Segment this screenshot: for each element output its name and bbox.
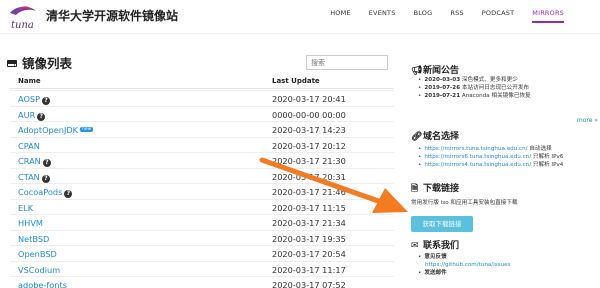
mirror-link[interactable]: VSCodium	[18, 265, 60, 275]
last-update: 2020-03-17 20:54	[272, 249, 346, 259]
last-update: 2020-03-17 11:15	[272, 202, 346, 213]
table-row: CTAN? 2020-03-17 20:31	[10, 167, 394, 184]
news-list: 2020-03-03 深色模式、更多和更少 2019-07-26 本站访问日志现…	[418, 77, 531, 101]
last-update: 2020-03-17 21:34	[272, 218, 346, 228]
last-update: 2020-03-17 20:41	[272, 94, 346, 104]
domain-link[interactable]: https://mirrors6.tuna.tsinghua.edu.cn/	[424, 154, 531, 160]
mirror-link[interactable]: OpenBSD	[18, 249, 57, 259]
domain-list: https://mirrors.tuna.tsinghua.edu.cn/ 自动…	[418, 146, 563, 169]
mirror-link[interactable]: ELK	[18, 203, 33, 213]
domain-item: https://mirrors6.tuna.tsinghua.edu.cn/ 只…	[418, 154, 563, 162]
mirror-list-header: 镜像列表	[6, 53, 72, 72]
table-row: CocoaPods? 2020-03-17 21:46	[10, 183, 394, 199]
hdd-icon	[7, 59, 17, 67]
table-row: AdoptOpenJDK new 2020-03-17 14:23	[10, 121, 394, 137]
help-icon[interactable]: ?	[41, 174, 50, 183]
link-icon: 🔗︎	[411, 132, 423, 142]
nav-events[interactable]: EVENTS	[369, 9, 396, 23]
get-download-link-button[interactable]: 获取下载链接	[411, 216, 473, 232]
news-title: 📢︎新闻公告	[411, 66, 460, 76]
mirror-link[interactable]: AUR?	[18, 110, 46, 121]
last-update: 2020-03-17 11:17	[272, 264, 346, 275]
more-news-link[interactable]: more »	[577, 117, 598, 124]
envelope-icon: ✉︎	[411, 241, 419, 251]
table-row: HHVM 2020-03-17 21:34	[10, 214, 394, 230]
table-row: adobe-fonts 2020-03-17 07:52	[10, 276, 394, 288]
table-row: VSCodium 2020-03-17 11:17	[10, 260, 394, 277]
help-icon[interactable]: ?	[42, 97, 51, 105]
help-icon[interactable]: ?	[37, 112, 46, 121]
domain-title: 🔗︎域名选择	[411, 132, 460, 142]
table-row: ELK 2020-03-17 11:15	[10, 198, 394, 215]
mirror-link[interactable]: adobe-fonts	[18, 280, 67, 288]
download-title: 🗎︎ 下载链接	[411, 181, 459, 197]
news-item[interactable]: 2020-03-03 深色模式、更多和更少	[418, 77, 531, 85]
table-row: CPAN 2020-03-17 20:12	[10, 136, 394, 153]
tuna-logo[interactable]: tuna	[6, 3, 42, 31]
last-update: 2020-03-17 07:52	[272, 280, 346, 288]
last-update: 2020-03-17 21:30	[272, 156, 346, 166]
sidebar: 📢︎新闻公告 2020-03-03 深色模式、更多和更少 2019-07-26 …	[408, 0, 600, 288]
help-icon[interactable]: ?	[42, 159, 51, 167]
contact-title: ✉︎ 联系我们	[411, 241, 460, 251]
table-row: AUR? 0000-00-00 00:00	[10, 105, 394, 122]
table-divider	[10, 88, 394, 89]
mirror-link[interactable]: CPAN	[18, 141, 40, 151]
table-row: CRAN? 2020-03-17 21:30	[10, 152, 394, 168]
site-title[interactable]: 清华大学开源软件镜像站	[46, 7, 178, 24]
contact-item[interactable]: 发送邮件	[418, 270, 510, 278]
domain-item: https://mirrors.tuna.tsinghua.edu.cn/ 自动…	[418, 146, 563, 154]
table-row: NetBSD 2020-03-17 19:35	[10, 229, 394, 246]
table-row: AOSP? 2020-03-17 20:41	[10, 90, 394, 106]
help-icon[interactable]: ?	[64, 190, 73, 198]
contact-item: 意见反馈	[418, 254, 510, 262]
domain-link[interactable]: https://mirrors4.tuna.tsinghua.edu.cn/	[424, 162, 531, 168]
column-header-last-update[interactable]: Last Update	[272, 77, 320, 85]
mirror-link[interactable]: HHVM	[18, 218, 43, 228]
mirror-link[interactable]: CocoaPods?	[18, 187, 73, 198]
file-icon: 🗎︎	[411, 184, 419, 194]
mirror-list-title: 镜像列表	[22, 56, 73, 71]
last-update: 2020-03-17 19:35	[272, 233, 346, 244]
megaphone-icon: 📢︎	[411, 66, 423, 76]
last-update: 2020-03-17 20:12	[272, 140, 346, 151]
news-item[interactable]: 2019-07-26 本站访问日志现已公开发布	[418, 85, 531, 93]
domain-link[interactable]: https://mirrors.tuna.tsinghua.edu.cn/	[424, 146, 527, 152]
search-input[interactable]	[306, 55, 388, 70]
mirror-link[interactable]: AOSP?	[18, 94, 51, 105]
mirror-link[interactable]: NetBSD	[18, 234, 49, 244]
svg-text:tuna: tuna	[11, 20, 34, 31]
mirror-link[interactable]: CRAN?	[18, 156, 51, 167]
download-description: 常用发行版 iso 和应用工具安装包直接下载	[411, 200, 518, 206]
issues-link[interactable]: https://github.com/tuna/issues	[425, 262, 510, 270]
domain-item: https://mirrors4.tuna.tsinghua.edu.cn/ 只…	[418, 162, 563, 170]
column-header-name[interactable]: Name	[18, 77, 41, 85]
mirror-link[interactable]: AdoptOpenJDK new	[18, 125, 94, 135]
news-item[interactable]: 2019-07-21 Anaconda 相关镜像已恢复	[418, 93, 530, 101]
mirror-link[interactable]: CTAN?	[18, 172, 50, 183]
new-badge: new	[80, 127, 94, 132]
last-update: 0000-00-00 00:00	[272, 109, 346, 120]
table-row: OpenBSD 2020-03-17 20:54	[10, 245, 394, 261]
nav-home[interactable]: HOME	[330, 9, 351, 23]
last-update: 2020-03-17 14:23	[272, 125, 346, 135]
last-update: 2020-03-17 21:46	[272, 187, 346, 197]
last-update: 2020-03-17 20:31	[272, 171, 346, 182]
contact-list: 意见反馈 https://github.com/tuna/issues 发送邮件	[418, 254, 510, 277]
